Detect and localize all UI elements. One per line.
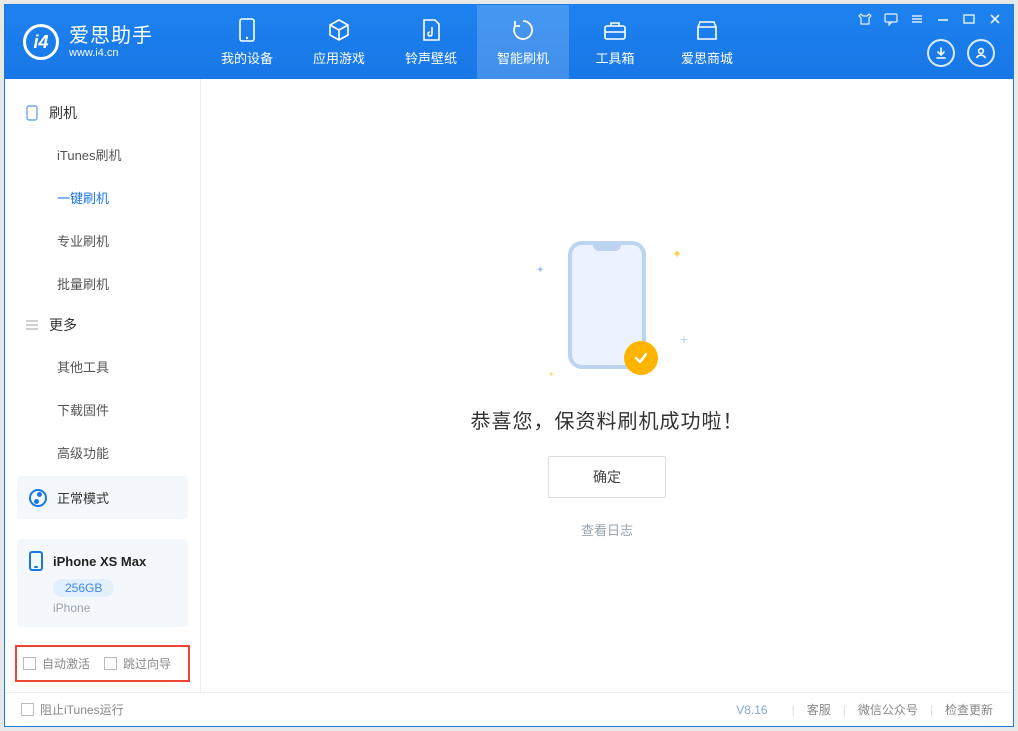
device-card[interactable]: iPhone XS Max 256GB iPhone [17,539,188,627]
sparkle-icon: + [680,331,688,347]
tab-toolbox[interactable]: 工具箱 [569,5,661,79]
wechat-link[interactable]: 微信公众号 [854,701,922,718]
window-controls [857,11,1003,27]
app-title: 爱思助手 [69,25,153,47]
checkbox-box-icon [21,703,34,716]
close-button[interactable] [987,11,1003,27]
mode-label: 正常模式 [57,488,109,507]
flash-options-highlighted: 自动激活 跳过向导 [15,645,190,682]
device-storage-badge: 256GB [53,579,114,597]
checkbox-block-itunes[interactable]: 阻止iTunes运行 [21,701,124,718]
sidebar-item-professional-flash[interactable]: 专业刷机 [5,219,200,262]
sidebar-item-advanced[interactable]: 高级功能 [5,431,200,466]
music-file-icon [419,18,443,42]
success-check-badge-icon [624,341,658,375]
main-content: ✦ ✦ + ✦ 恭喜您，保资料刷机成功啦！ 确定 查看日志 [201,79,1013,692]
sidebar-group-flash: 刷机 [5,93,200,133]
checkbox-box-icon [104,657,117,670]
checkbox-label: 阻止iTunes运行 [40,701,124,718]
store-icon [695,18,719,42]
sidebar-item-other-tools[interactable]: 其他工具 [5,345,200,388]
app-window: i4 爱思助手 www.i4.cn 我的设备 应用游戏 铃声壁纸 智能刷机 [4,4,1014,727]
view-log-link[interactable]: 查看日志 [581,520,633,539]
cube-icon [327,18,351,42]
group-label: 刷机 [49,103,77,123]
refresh-shield-icon [511,18,535,42]
toolbox-icon [603,18,627,42]
download-manager-button[interactable] [927,39,955,67]
ok-button[interactable]: 确定 [548,456,666,498]
app-subtitle: www.i4.cn [69,47,153,59]
body: 刷机 iTunes刷机 一键刷机 专业刷机 批量刷机 更多 其他工具 下载固件 … [5,79,1013,692]
titlebar-right-actions [927,39,995,67]
tab-ringtones-wallpapers[interactable]: 铃声壁纸 [385,5,477,79]
group-label: 更多 [49,315,77,335]
checkbox-box-icon [23,657,36,670]
mode-icon [29,489,47,507]
skin-icon[interactable] [857,11,873,27]
top-tabs: 我的设备 应用游戏 铃声壁纸 智能刷机 工具箱 爱思商城 [201,5,753,79]
checkbox-label: 自动激活 [42,655,90,672]
maximize-button[interactable] [961,11,977,27]
sidebar-item-download-firmware[interactable]: 下载固件 [5,388,200,431]
device-phone-icon [29,551,43,571]
list-icon [25,318,39,332]
sparkle-icon: ✦ [548,370,555,379]
tab-apps-games[interactable]: 应用游戏 [293,5,385,79]
account-button[interactable] [967,39,995,67]
phone-notch-icon [593,245,621,251]
tab-my-device[interactable]: 我的设备 [201,5,293,79]
check-update-link[interactable]: 检查更新 [941,701,997,718]
sidebar: 刷机 iTunes刷机 一键刷机 专业刷机 批量刷机 更多 其他工具 下载固件 … [5,79,201,692]
checkbox-label: 跳过向导 [123,655,171,672]
success-message: 恭喜您，保资料刷机成功啦！ [471,405,744,434]
tab-label: 应用游戏 [313,48,365,67]
device-icon [235,18,259,42]
device-type: iPhone [53,601,176,615]
minimize-button[interactable] [935,11,951,27]
titlebar: i4 爱思助手 www.i4.cn 我的设备 应用游戏 铃声壁纸 智能刷机 [5,5,1013,79]
success-illustration: ✦ ✦ + ✦ [522,233,692,383]
phone-small-icon [25,106,39,120]
support-link[interactable]: 客服 [803,701,835,718]
sidebar-item-itunes-flash[interactable]: iTunes刷机 [5,133,200,176]
menu-icon[interactable] [909,11,925,27]
device-name: iPhone XS Max [53,554,146,569]
sparkle-icon: ✦ [672,247,682,261]
sidebar-item-batch-flash[interactable]: 批量刷机 [5,262,200,305]
version-label: V8.16 [736,703,767,717]
tab-label: 铃声壁纸 [405,48,457,67]
feedback-icon[interactable] [883,11,899,27]
tab-smart-flash[interactable]: 智能刷机 [477,5,569,79]
checkbox-auto-activate[interactable]: 自动激活 [23,655,90,672]
tab-store[interactable]: 爱思商城 [661,5,753,79]
tab-label: 我的设备 [221,48,273,67]
logo-icon: i4 [23,24,59,60]
tab-label: 工具箱 [595,48,634,67]
mode-card[interactable]: 正常模式 [17,476,188,519]
logo-block: i4 爱思助手 www.i4.cn [5,24,201,60]
tab-label: 智能刷机 [497,48,549,67]
sidebar-item-oneclick-flash[interactable]: 一键刷机 [5,176,200,219]
sparkle-icon: ✦ [536,265,544,276]
checkbox-skip-guide[interactable]: 跳过向导 [104,655,171,672]
sidebar-group-more: 更多 [5,305,200,345]
statusbar: 阻止iTunes运行 V8.16 | 客服 | 微信公众号 | 检查更新 [5,692,1013,726]
tab-label: 爱思商城 [681,48,733,67]
